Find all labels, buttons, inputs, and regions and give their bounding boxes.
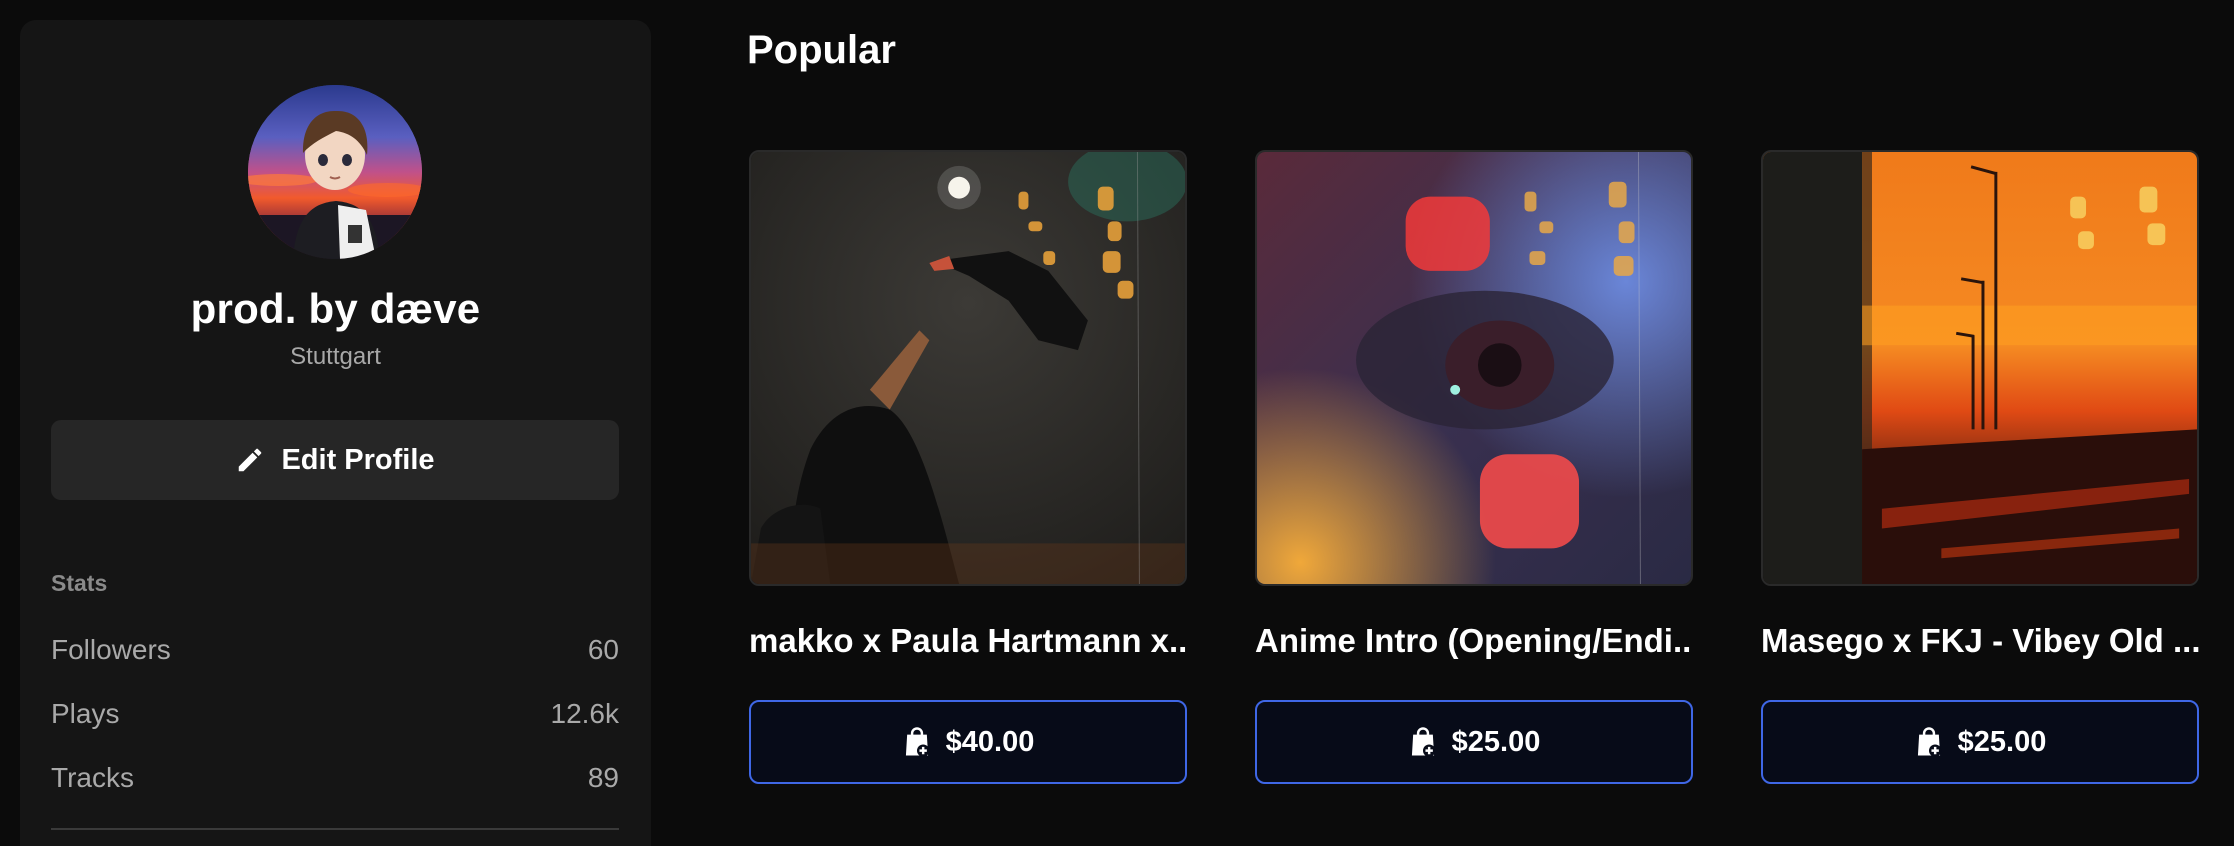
price-label: $40.00 [945, 725, 1035, 758]
profile-name: prod. by dæve [190, 285, 481, 332]
shopping-bag-add-icon [1408, 726, 1438, 758]
track-card: makko x Paula Hartmann x... $40.00 [749, 150, 1187, 784]
profile-page: prod. by dæve Stuttgart Edit Profile Sta… [0, 0, 2234, 846]
stat-tracks: Tracks 89 [51, 762, 619, 794]
stat-value: 60 [587, 634, 619, 665]
track-title[interactable]: makko x Paula Hartmann x... [749, 622, 1187, 660]
track-title[interactable]: Masego x FKJ - Vibey Old ... [1761, 622, 2199, 660]
buy-button[interactable]: $40.00 [749, 700, 1187, 784]
price-label: $25.00 [1957, 725, 2047, 758]
edit-profile-label: Edit Profile [281, 443, 435, 476]
buy-button[interactable]: $25.00 [1255, 700, 1693, 784]
cover-image [1763, 152, 2197, 584]
stat-label: Followers [51, 634, 171, 665]
pencil-icon [235, 445, 265, 475]
cover-image [1257, 152, 1691, 584]
price-label: $25.00 [1451, 725, 1541, 758]
edit-profile-button[interactable]: Edit Profile [51, 420, 619, 500]
cover-image [751, 152, 1185, 584]
track-card: Masego x FKJ - Vibey Old ... $25.00 [1761, 150, 2199, 784]
stat-value: 89 [587, 762, 619, 793]
track-cover[interactable] [1761, 150, 2199, 586]
track-card: Anime Intro (Opening/Endi... $25.00 [1255, 150, 1693, 784]
stat-plays: Plays 12.6k [51, 698, 619, 730]
profile-sidebar: prod. by dæve Stuttgart Edit Profile Sta… [20, 20, 651, 846]
stats-heading: Stats [51, 570, 108, 596]
track-title[interactable]: Anime Intro (Opening/Endi... [1255, 622, 1693, 660]
shopping-bag-add-icon [902, 726, 932, 758]
avatar-image [248, 85, 422, 259]
stat-label: Plays [51, 698, 120, 729]
track-cover[interactable] [749, 150, 1187, 586]
buy-button[interactable]: $25.00 [1761, 700, 2199, 784]
avatar[interactable] [248, 85, 422, 259]
profile-location: Stuttgart [290, 343, 381, 370]
stat-value: 12.6k [550, 698, 620, 729]
stat-followers: Followers 60 [51, 634, 619, 666]
stat-label: Tracks [51, 762, 134, 793]
track-cover[interactable] [1255, 150, 1693, 586]
section-title-popular: Popular [747, 28, 896, 72]
divider [51, 828, 619, 830]
shopping-bag-add-icon [1914, 726, 1944, 758]
